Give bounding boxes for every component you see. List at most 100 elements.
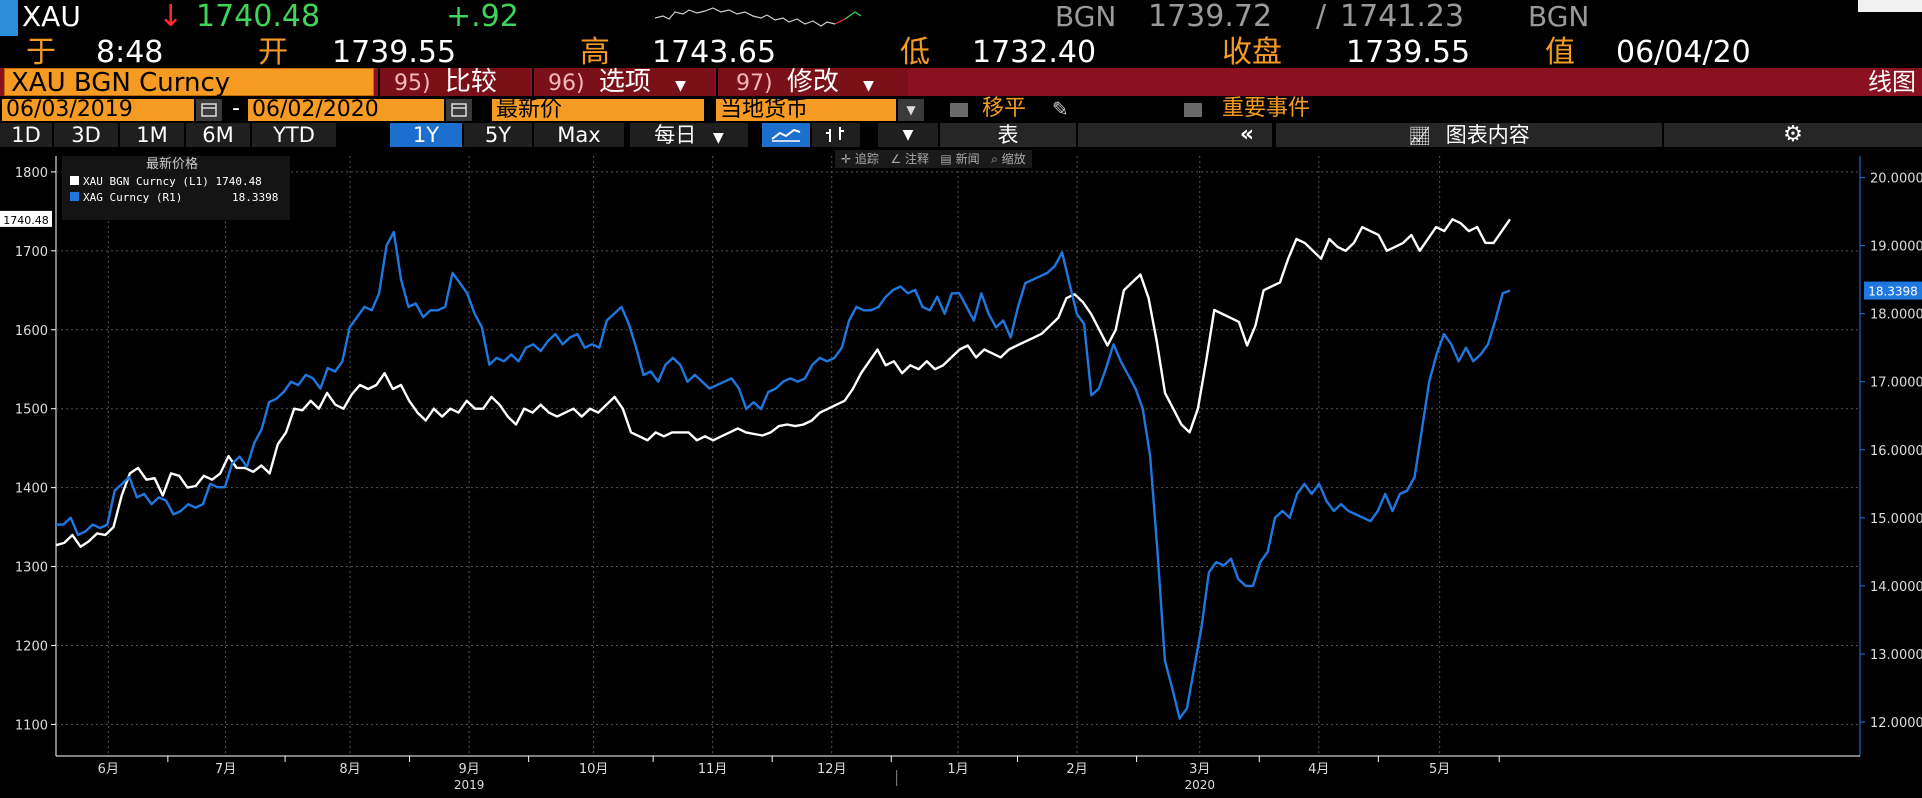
window-corner — [1858, 0, 1922, 12]
events-label: 重要事件 — [1222, 96, 1311, 121]
left-tick-label: 1800 — [15, 166, 48, 181]
line-chart-icon[interactable] — [762, 123, 810, 147]
x-tick-label: 12月 — [817, 762, 847, 777]
x-tick-label: 2月 — [1066, 762, 1087, 777]
security-field[interactable]: XAU BGN Curncy — [4, 68, 374, 98]
legend-swatch-xau — [70, 176, 79, 185]
time-label: 于 — [26, 35, 56, 70]
period-tab-3d[interactable]: 3D — [54, 123, 118, 147]
x-year-label: 2019 — [454, 778, 485, 792]
compare-label: 比较 — [444, 67, 497, 97]
zoom-icon: ⌕ — [991, 152, 998, 166]
start-date-field[interactable]: 06/03/2019 — [2, 99, 194, 121]
legend-item-xau[interactable]: XAU BGN Curncy (L1) 1740.48 — [62, 174, 290, 190]
events-checkbox[interactable] — [1184, 103, 1202, 117]
chart-style-chevron-down-icon[interactable]: ▼ — [878, 123, 938, 147]
legend-label-xag: XAG Curncy (R1) — [83, 191, 183, 204]
annotate-icon: ∠ — [890, 152, 902, 166]
period-tab-6m[interactable]: 6M — [186, 123, 250, 147]
close-price: 1739.55 — [1346, 35, 1471, 70]
options-button[interactable]: 96) 选项 ▼ — [532, 68, 714, 96]
price-change: +.92 — [446, 0, 519, 34]
moving-avg-checkbox[interactable] — [950, 103, 968, 117]
start-calendar-icon[interactable] — [196, 99, 222, 121]
edit-label: 修改 — [786, 67, 839, 97]
value-date: 06/04/20 — [1616, 35, 1751, 70]
end-calendar-icon[interactable] — [446, 99, 472, 121]
table-button[interactable]: 表 — [940, 123, 1076, 147]
period-tab-ytd[interactable]: YTD — [252, 123, 336, 147]
chart-svg: 1800 1700 1600 1500 1400 1300 1200 1100 20.0000… — [0, 156, 1922, 792]
bar-chart-icon[interactable] — [812, 123, 860, 147]
compare-number: 95) — [394, 71, 431, 96]
last-price: 1740.48 — [196, 0, 321, 34]
open-price: 1739.55 — [332, 35, 457, 70]
x-tick-label: 10月 — [579, 762, 609, 777]
right-axis: 20.0000 19.0000 18.0000 17.0000 16.0000 15.00… — [1860, 172, 1922, 731]
period-tab-1d[interactable]: 1D — [0, 123, 52, 147]
close-label: 收盘 — [1222, 35, 1282, 70]
legend-item-xag[interactable]: XAG Curncy (R1) 18.3398 — [62, 190, 290, 206]
right-last-value-label: 18.3398 — [1868, 285, 1918, 299]
x-axis: 6月 7月 8月 9月 10月 11月 12月 1月 2月 3月 4月 5月 2019 2020 — [98, 756, 1500, 792]
edit-chevron-down-icon: ▼ — [863, 78, 874, 94]
ticker-symbol[interactable]: XAU — [22, 0, 81, 34]
chart-legend: 最新价格 XAU BGN Curncy (L1) 1740.48 XAG Cur… — [62, 156, 290, 220]
bid-ask-separator: / — [1316, 0, 1327, 34]
period-tab-1y[interactable]: 1Y — [390, 123, 462, 147]
high-label: 高 — [580, 35, 610, 70]
period-tab-max[interactable]: Max — [534, 123, 624, 147]
right-tick-label: 19.0000 — [1870, 240, 1922, 255]
left-tick-label: 1500 — [15, 403, 48, 418]
security-field-label: XAU BGN Curncy — [11, 68, 231, 98]
price-chart[interactable]: 1800 1700 1600 1500 1400 1300 1200 1100 20.0000… — [0, 148, 1922, 794]
currency-chevron-down-icon[interactable]: ▼ — [898, 99, 924, 121]
period-tabs-row: 1D 3D 1M 6M YTD 1Y 5Y Max 每日 ▼ ▼ 表 « 📈︎ … — [0, 122, 1922, 147]
edit-button[interactable]: 97) 修改 ▼ — [716, 68, 908, 96]
legend-value-xag: 18.3398 — [232, 191, 279, 204]
x-tick-label: 1月 — [947, 762, 968, 777]
period-tab-5y[interactable]: 5Y — [464, 123, 532, 147]
crosshair-icon: ✛ — [841, 152, 852, 166]
x-tick-label: 3月 — [1189, 762, 1210, 777]
x-tick-label: 6月 — [98, 762, 119, 777]
tool-trace[interactable]: 追踪 — [855, 152, 879, 166]
high-price: 1743.65 — [652, 35, 777, 70]
price-type-field[interactable]: 最新价 — [492, 99, 704, 121]
chart-contents-icon: 📈︎ — [1408, 126, 1432, 147]
news-icon: ▤ — [940, 152, 952, 166]
right-tick-label: 12.0000 — [1870, 716, 1922, 731]
tool-zoom[interactable]: 缩放 — [1002, 152, 1026, 166]
right-tick-label: 17.0000 — [1870, 376, 1922, 391]
currency-field[interactable]: 当地货币 — [716, 99, 896, 121]
frequency-label: 每日 — [654, 123, 697, 147]
compare-button[interactable]: 95) 比较 — [378, 68, 530, 96]
x-tick-label: 7月 — [215, 762, 236, 777]
left-tick-label: 1100 — [15, 718, 48, 733]
chart-contents-button[interactable]: 📈︎ 图表内容 — [1276, 123, 1662, 147]
quote-time: 8:48 — [96, 35, 164, 70]
bid-source: BGN — [1055, 0, 1117, 33]
bid-price: 1739.72 — [1148, 0, 1273, 34]
collapse-left-icon[interactable]: « — [1222, 123, 1272, 147]
end-date-field[interactable]: 06/02/2020 — [248, 99, 444, 121]
x-tick-label: 8月 — [339, 762, 360, 777]
tool-news[interactable]: 新闻 — [956, 152, 980, 166]
frequency-dropdown[interactable]: 每日 ▼ — [630, 123, 748, 147]
right-tick-label: 15.0000 — [1870, 512, 1922, 527]
period-tab-1m[interactable]: 1M — [120, 123, 184, 147]
tool-annotate[interactable]: 注释 — [905, 152, 929, 166]
chart-tools-strip: ✛ 追踪 ∠ 注释 ▤ 新闻 ⌕ 缩放 — [835, 150, 1032, 168]
legend-swatch-xag — [70, 192, 79, 201]
right-tick-label: 16.0000 — [1870, 444, 1922, 459]
right-tick-label: 18.0000 — [1870, 308, 1922, 323]
quote-header-row: XAU ↓ 1740.48 +.92 BGN 1739.72 / 1741.23… — [0, 0, 1922, 36]
settings-gear-icon[interactable]: ⚙ — [1664, 123, 1922, 147]
left-tick-label: 1200 — [15, 639, 48, 654]
pencil-icon[interactable]: ✎ — [1052, 97, 1069, 121]
legend-label-xau: XAU BGN Curncy (L1) 1740.48 — [83, 175, 262, 188]
chart-type-label[interactable]: 线图 — [1816, 68, 1916, 96]
ask-price: 1741.23 — [1340, 0, 1465, 34]
series-lines — [55, 218, 1511, 720]
options-number: 96) — [548, 71, 585, 96]
